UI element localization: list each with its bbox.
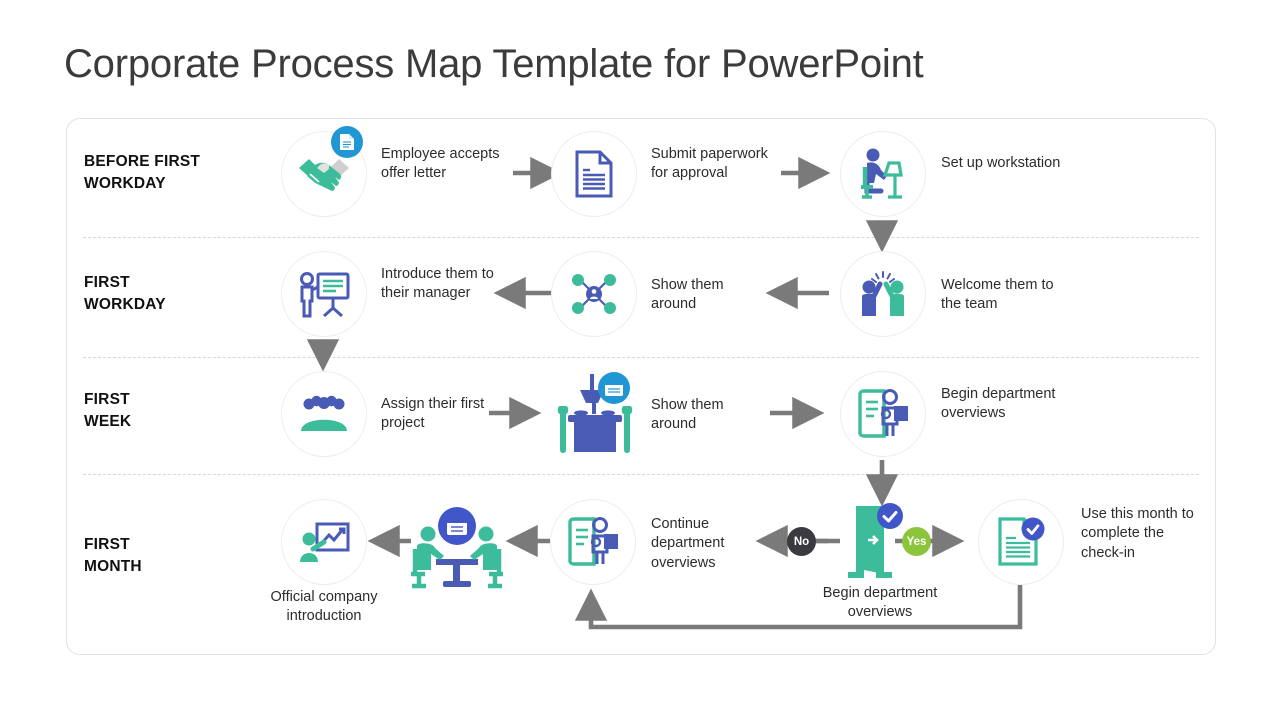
decision-no-badge[interactable]: No (787, 527, 816, 556)
step-icon-r4c2[interactable] (409, 504, 505, 589)
team-group-icon (301, 395, 347, 431)
workstation-icon (861, 148, 903, 199)
clipboard-person-icon (568, 517, 618, 566)
presenter-board-icon (300, 272, 350, 318)
step-circle-r1c3[interactable] (840, 131, 926, 217)
caption-r2c3: Welcome them to the team (941, 277, 1054, 313)
page-title: Corporate Process Map Template for Power… (64, 42, 924, 86)
caption-r2c2: Show them around (651, 277, 724, 313)
caption-r1c1: Employee accepts offer letter (381, 146, 500, 182)
document-badge-icon (331, 126, 363, 158)
document-icon (575, 150, 613, 198)
slide-canvas: Corporate Process Map Template for Power… (0, 0, 1280, 720)
row-divider-1 (83, 237, 1199, 238)
step-circle-r4c1[interactable] (281, 499, 367, 585)
person-clipboard-icon (858, 389, 908, 438)
caption-r4c1: Official company introduction (270, 589, 378, 625)
step-icon-r4c4[interactable] (838, 500, 903, 580)
caption-r4c3: Continue department overviews (651, 516, 725, 571)
caption-r2c1: Introduce them to their manager (381, 266, 494, 302)
row-label-first-week: FIRST WEEK (84, 391, 132, 431)
high-five-icon (862, 271, 904, 316)
step-icon-r3c2[interactable] (548, 370, 640, 456)
caption-r3c1: Assign their first project (381, 396, 485, 432)
presentation-chart-icon (300, 522, 350, 562)
caption-r3c3: Begin department overviews (941, 386, 1056, 422)
step-circle-r4c3[interactable] (550, 499, 636, 585)
meeting-table-icon (411, 507, 503, 589)
step-circle-r3c1[interactable] (281, 371, 367, 457)
row-label-first-month: FIRST MONTH (84, 536, 142, 576)
dinner-table-icon (557, 372, 633, 453)
row-divider-3 (83, 474, 1199, 475)
row-label-before-first-workday: BEFORE FIRST WORKDAY (84, 153, 201, 193)
step-circle-r3c3[interactable] (840, 371, 926, 457)
caption-r1c3: Set up workstation (941, 155, 1061, 171)
row-divider-2 (83, 357, 1199, 358)
caption-r3c2: Show them around (651, 397, 724, 433)
document-check-icon (998, 517, 1045, 566)
step-circle-r2c3[interactable] (840, 251, 926, 337)
row-label-first-workday: FIRST WORKDAY (84, 274, 166, 314)
step-circle-r4c5[interactable] (978, 499, 1064, 585)
door-icon (848, 503, 903, 578)
caption-r4c4: Begin department overviews (822, 585, 938, 621)
caption-r1c2: Submit paperwork for approval (651, 146, 768, 182)
decision-yes-badge[interactable]: Yes (902, 527, 931, 556)
network-person-icon (572, 274, 616, 314)
step-circle-r2c1[interactable] (281, 251, 367, 337)
caption-r4c5: Use this month to complete the check-in (1081, 506, 1194, 561)
step-circle-r1c2[interactable] (551, 131, 637, 217)
step-circle-r2c2[interactable] (551, 251, 637, 337)
